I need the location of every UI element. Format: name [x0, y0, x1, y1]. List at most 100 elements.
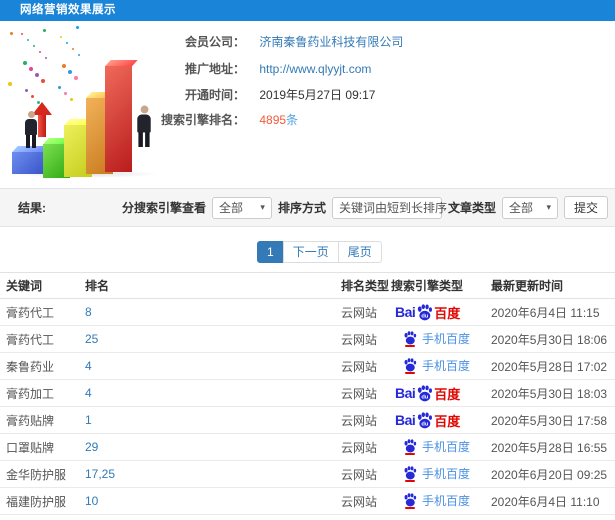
sort-label: 排序方式	[277, 201, 326, 215]
engine-cell: 手机百度	[391, 460, 491, 488]
results-label: 结果:	[18, 201, 46, 215]
column-header: 最新更新时间	[491, 272, 615, 299]
svg-text:du: du	[422, 421, 430, 427]
marketing-results-page: 网络营销效果展示 会员公司： 济南秦鲁药业科技有限公司 推广地址： http:/…	[0, 0, 615, 520]
next-page-button[interactable]: 下一页	[282, 241, 339, 263]
rank-type-cell: 云网站	[341, 379, 391, 407]
rank-type-cell: 云网站	[341, 406, 391, 434]
keyword-cell: 膏药加工	[0, 379, 85, 407]
baidu-paw-icon	[403, 331, 417, 348]
table-row: 膏药代工 8 云网站 Bai du 百度 2020年6月4日 11:15	[0, 298, 615, 326]
open-time-value: 2019年5月27日 09:17	[259, 88, 376, 102]
table-row: 口罩贴牌 29 云网站 手机百度 2020年5月28日 16:55	[0, 433, 615, 461]
rank-type-cell	[341, 514, 391, 520]
rank-type-cell: 云网站	[341, 460, 391, 488]
updated-time-cell: 2020年5月30日 17:58	[491, 406, 615, 434]
svg-text:du: du	[422, 394, 430, 400]
chevron-down-icon: ▾	[260, 202, 265, 212]
baidu-paw-icon: du	[416, 411, 433, 429]
submit-button[interactable]: 提交	[563, 196, 608, 219]
rank-link[interactable]: 29	[85, 440, 98, 454]
rank-type-cell: 云网站	[341, 352, 391, 380]
baidu-paw-icon	[403, 439, 417, 456]
rank-cell	[85, 514, 341, 520]
column-header: 关键词	[0, 272, 85, 299]
rank-cell: 8	[85, 298, 341, 326]
rank-type-cell: 云网站	[341, 433, 391, 461]
mobile-baidu-logo-icon: 手机百度	[403, 438, 470, 456]
results-table-header: 关键词 排名 排名类型 搜索引擎类型 最新更新时间	[0, 272, 615, 299]
promo-url-link[interactable]: http://www.qlyyjt.com	[259, 62, 371, 76]
filter-bar: 结果: 分搜索引擎查看 全部 ▾ 排序方式 关键词由短到长排序 ▾ 文章类型 全部 ▾…	[0, 188, 615, 227]
rank-link[interactable]: 25	[85, 332, 98, 346]
article-type-label: 文章类型	[447, 201, 496, 215]
company-value[interactable]: 济南秦鲁药业科技有限公司	[259, 35, 403, 49]
updated-time-cell: 2020年6月4日 11:10	[491, 487, 615, 515]
rank-link[interactable]: 10	[85, 494, 98, 508]
updated-time-cell: 2020年5月28日 16:55	[491, 433, 615, 461]
sort-select[interactable]: 关键词由短到长排序 ▾	[331, 196, 458, 219]
baidu-paw-icon	[403, 358, 417, 375]
rank-link[interactable]: 17,25	[85, 467, 115, 481]
table-row: 膏药加工 4 云网站 Bai du 百度 2020年5月30日 18:03	[0, 379, 615, 407]
table-row: 手机百度	[0, 514, 615, 520]
filter-controls: 分搜索引擎查看 全部 ▾ 排序方式 关键词由短到长排序 ▾ 文章类型 全部 ▾ 提交	[122, 196, 608, 219]
engine-cell: 手机百度	[391, 352, 491, 380]
article-type-select[interactable]: 全部 ▾	[501, 196, 558, 219]
rank-link[interactable]: 4	[85, 359, 92, 373]
open-time-label: 开通时间：	[184, 88, 245, 102]
engine-cell: Bai du 百度	[391, 298, 491, 326]
keyword-cell: 膏药代工	[0, 325, 85, 353]
ranking-count-value: 4895条	[259, 113, 299, 127]
mobile-baidu-logo-icon: 手机百度	[403, 330, 470, 348]
businessman-left	[23, 111, 39, 148]
businessman-right	[135, 105, 153, 147]
rank-type-cell: 云网站	[341, 325, 391, 353]
rank-cell: 10	[85, 487, 341, 515]
updated-time-cell: 2020年6月4日 11:15	[491, 298, 615, 326]
keyword-cell: 口罩贴牌	[0, 433, 85, 461]
company-label: 会员公司：	[184, 35, 245, 49]
rank-cell: 29	[85, 433, 341, 461]
rank-link[interactable]: 4	[85, 386, 92, 400]
keyword-cell: 膏药代工	[0, 298, 85, 326]
info-row-ranking-count: 搜索引擎排名： 4895条	[155, 112, 605, 128]
updated-time-cell: 2020年5月30日 18:03	[491, 379, 615, 407]
updated-time-cell: 2020年5月28日 17:02	[491, 352, 615, 380]
rank-type-cell: 云网站	[341, 298, 391, 326]
ranking-count-label: 搜索引擎排名：	[160, 113, 245, 127]
baidu-paw-icon	[403, 493, 417, 510]
engine-cell: 手机百度	[391, 433, 491, 461]
bar-blue	[12, 152, 43, 174]
rank-cell: 17,25	[85, 460, 341, 488]
info-row-open-time: 开通时间： 2019年5月27日 09:17	[155, 87, 605, 103]
rank-cell: 1	[85, 406, 341, 434]
info-row-company: 会员公司： 济南秦鲁药业科技有限公司	[155, 34, 605, 50]
table-row: 膏药贴牌 1 云网站 Bai du 百度 2020年5月30日 17:58	[0, 406, 615, 434]
mobile-baidu-logo-icon: 手机百度	[403, 492, 470, 510]
baidu-logo-icon: Bai du 百度	[395, 384, 461, 402]
keyword-cell: 膏药贴牌	[0, 406, 85, 434]
engine-view-select[interactable]: 全部 ▾	[211, 196, 272, 219]
results-table: 关键词 排名 排名类型 搜索引擎类型 最新更新时间 膏药代工 8 云网站 Bai du 百度 202…	[0, 272, 615, 520]
table-row: 膏药代工 25 云网站 手机百度 2020年5月30日 18:06	[0, 325, 615, 353]
rank-link[interactable]: 8	[85, 305, 92, 319]
last-page-button[interactable]: 尾页	[337, 241, 382, 263]
engine-view-label: 分搜索引擎查看	[121, 201, 206, 215]
mobile-baidu-logo-icon: 手机百度	[403, 465, 470, 483]
rank-link[interactable]: 1	[85, 413, 92, 427]
table-row: 金华防护服 17,25 云网站 手机百度 2020年6月20日 09:25	[0, 460, 615, 488]
rank-cell: 4	[85, 379, 341, 407]
baidu-paw-icon: du	[416, 384, 433, 402]
results-table-body: 膏药代工 8 云网站 Bai du 百度 2020年6月4日 11:15 膏药代工 25 云网站手…	[0, 298, 615, 520]
engine-cell: Bai du 百度	[391, 379, 491, 407]
keyword-cell: 金华防护服	[0, 460, 85, 488]
page-1-button[interactable]: 1	[257, 241, 284, 263]
table-row: 福建防护服 10 云网站 手机百度 2020年6月4日 11:10	[0, 487, 615, 515]
engine-cell: Bai du 百度	[391, 406, 491, 434]
engine-cell: 手机百度	[391, 514, 491, 520]
engine-cell: 手机百度	[391, 487, 491, 515]
rank-cell: 25	[85, 325, 341, 353]
rank-type-cell: 云网站	[341, 487, 391, 515]
keyword-cell: 福建防护服	[0, 487, 85, 515]
